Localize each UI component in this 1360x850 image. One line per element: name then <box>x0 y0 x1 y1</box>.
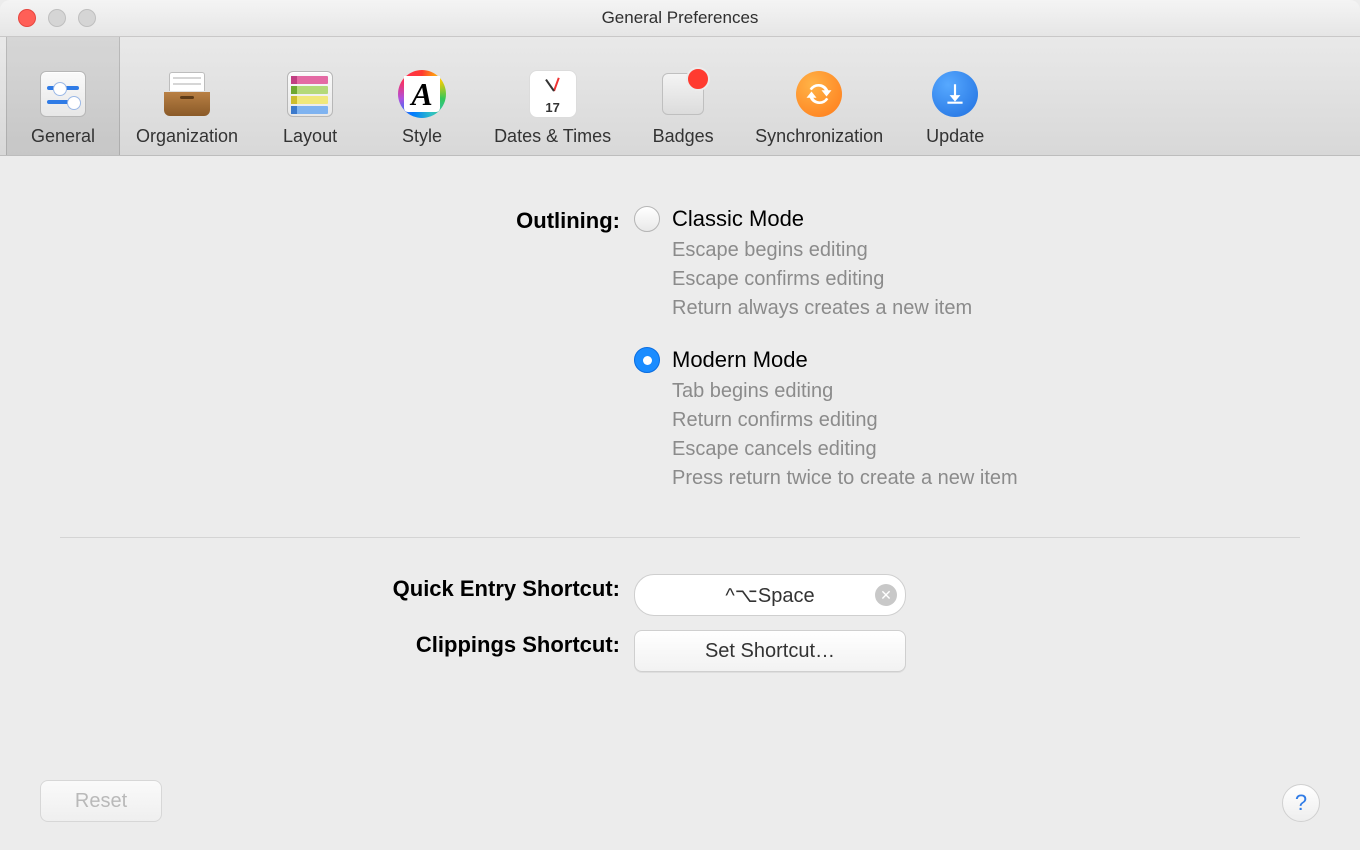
tab-general[interactable]: General <box>6 37 120 155</box>
preferences-window: General Preferences General Organization… <box>0 0 1360 850</box>
style-icon <box>398 70 446 118</box>
modern-mode-title: Modern Mode <box>672 347 808 373</box>
set-clippings-shortcut-button[interactable]: Set Shortcut… <box>634 630 906 672</box>
tab-synchronization[interactable]: Synchronization <box>739 37 899 155</box>
reset-button[interactable]: Reset <box>40 780 162 822</box>
drawer-icon <box>163 72 211 116</box>
tab-update[interactable]: Update <box>899 37 1011 155</box>
outlining-label: Outlining: <box>60 206 634 517</box>
radio-classic-mode[interactable]: Classic Mode <box>634 206 1300 232</box>
divider <box>60 537 1300 538</box>
badge-icon <box>662 73 704 115</box>
tab-badges[interactable]: Badges <box>627 37 739 155</box>
sliders-icon <box>40 71 86 117</box>
tab-organization[interactable]: Organization <box>120 37 254 155</box>
tab-dates-times[interactable]: 17 Dates & Times <box>478 37 627 155</box>
tab-layout[interactable]: Layout <box>254 37 366 155</box>
layout-icon <box>287 71 333 117</box>
clear-shortcut-icon[interactable]: ✕ <box>875 584 897 606</box>
download-icon <box>932 71 978 117</box>
tab-style[interactable]: Style <box>366 37 478 155</box>
sync-icon <box>796 71 842 117</box>
quick-entry-label: Quick Entry Shortcut: <box>60 574 634 616</box>
calendar-icon: 17 <box>529 70 577 118</box>
toolbar: General Organization Layout Style 17 Dat… <box>0 37 1360 156</box>
quick-entry-shortcut-field[interactable]: ^⌥Space ✕ <box>634 574 906 616</box>
help-button[interactable]: ? <box>1282 784 1320 822</box>
titlebar: General Preferences <box>0 0 1360 37</box>
radio-icon <box>634 206 660 232</box>
radio-modern-mode[interactable]: Modern Mode <box>634 347 1300 373</box>
content-pane: Outlining: Classic Mode Escape begins ed… <box>0 156 1360 850</box>
radio-icon <box>634 347 660 373</box>
clippings-label: Clippings Shortcut: <box>60 630 634 672</box>
window-title: General Preferences <box>0 8 1360 28</box>
modern-mode-description: Tab begins editing Return confirms editi… <box>672 377 1300 493</box>
classic-mode-title: Classic Mode <box>672 206 804 232</box>
classic-mode-description: Escape begins editing Escape confirms ed… <box>672 236 1300 323</box>
